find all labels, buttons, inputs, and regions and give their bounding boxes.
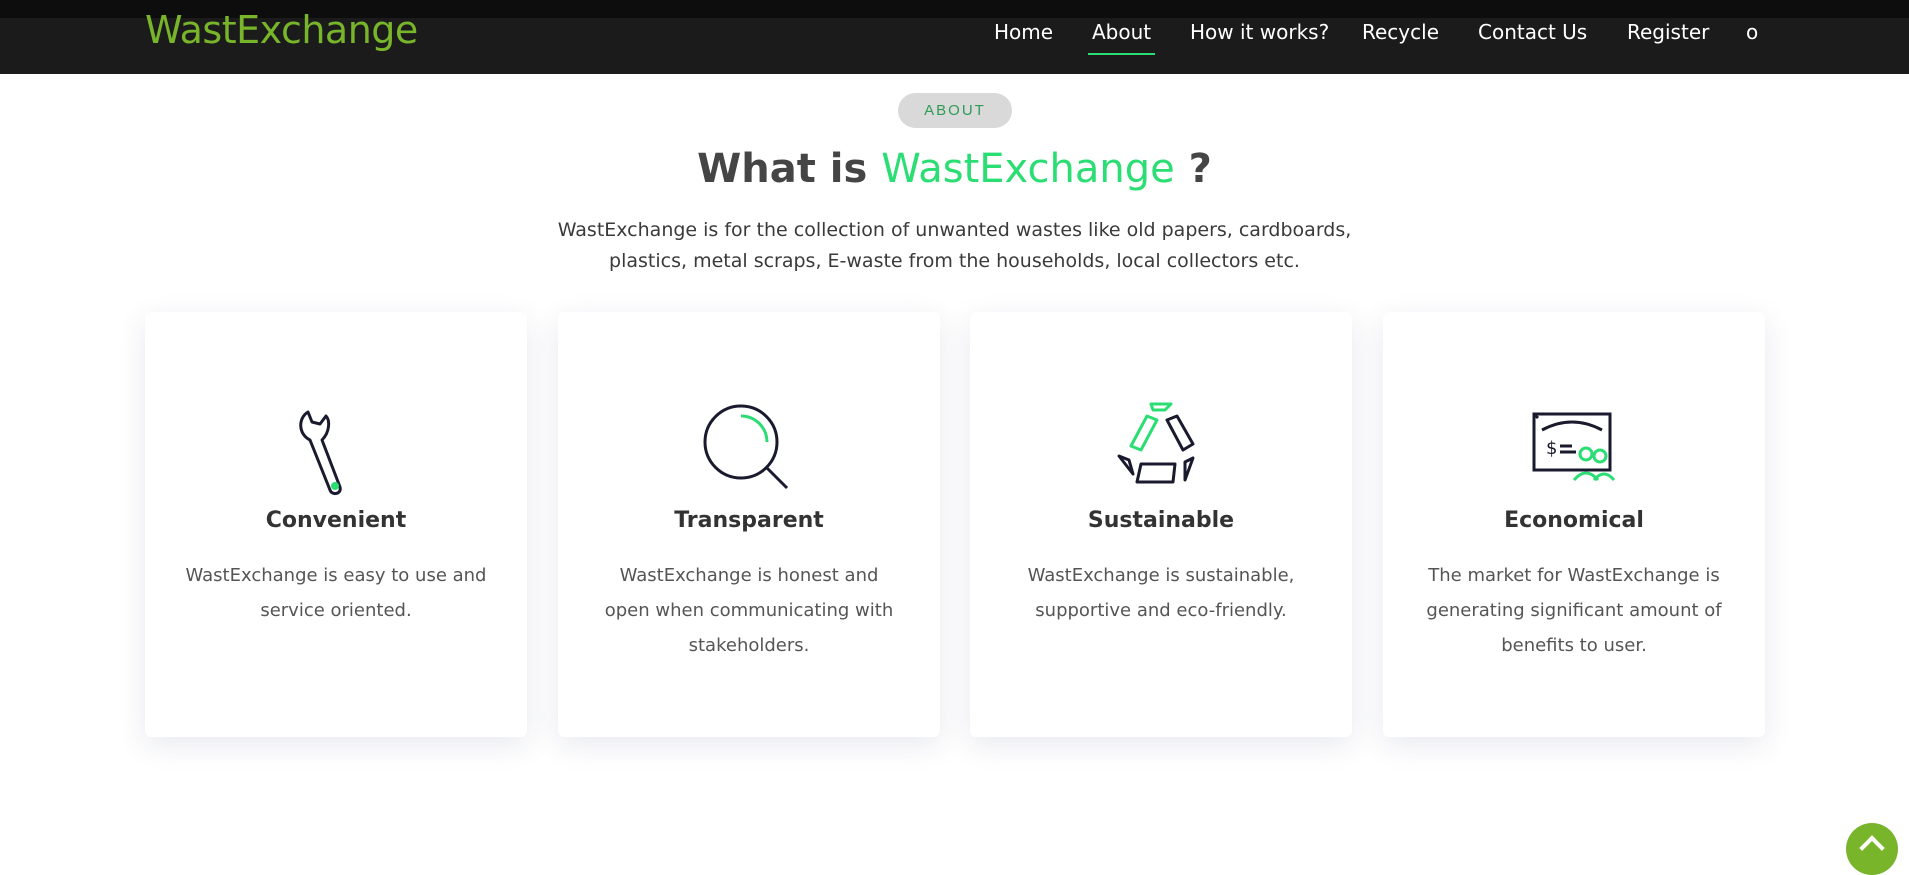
section-title: What is WastExchange ? [0, 146, 1909, 192]
nav-register[interactable]: Register [1627, 20, 1709, 44]
nav-how-it-works[interactable]: How it works? [1190, 20, 1329, 44]
title-suffix: ? [1188, 146, 1212, 192]
svg-text:$: $ [1546, 438, 1557, 459]
feature-card-transparent: Transparent WastExchange is honest and o… [558, 312, 940, 737]
feature-card-economical: $ Economical The market for WastExchange… [1383, 312, 1765, 737]
nav-recycle[interactable]: Recycle [1362, 20, 1439, 44]
feature-text: WastExchange is honest and open when com… [604, 565, 894, 656]
feature-title: Economical [1504, 508, 1644, 533]
wrench-icon [299, 410, 342, 496]
feature-text: WastExchange is sustainable, supportive … [1027, 565, 1295, 621]
nav-home[interactable]: Home [994, 20, 1053, 44]
feature-title: Sustainable [1087, 508, 1235, 533]
feature-text: WastExchange is easy to use and service … [185, 565, 487, 621]
magnifier-icon [703, 404, 789, 490]
feature-card-sustainable: Sustainable WastExchange is sustainable,… [970, 312, 1352, 737]
feature-title: Convenient [265, 508, 407, 533]
scroll-to-top-button[interactable] [1846, 823, 1898, 875]
section-description: WastExchange is for the collection of un… [557, 219, 1352, 272]
top-navbar: WastExchange Home About How it works? Re… [0, 0, 1909, 74]
feature-title: Transparent [674, 508, 824, 533]
title-prefix: What is [697, 146, 868, 192]
nav-about[interactable]: About [1087, 20, 1156, 55]
recycle-icon [1117, 402, 1195, 484]
nav-extra-item[interactable]: o [1746, 20, 1758, 44]
nav-contact-us[interactable]: Contact Us [1478, 20, 1587, 44]
feature-text: The market for WastExchange is generatin… [1426, 565, 1722, 656]
feature-card-convenient: Convenient WastExchange is easy to use a… [145, 312, 527, 737]
cheque-icon: $ [1532, 412, 1616, 482]
main-nav: Home About How it works? Recycle Contact… [0, 18, 1909, 55]
section-badge: ABOUT [898, 93, 1012, 128]
title-accent: WastExchange [881, 146, 1175, 192]
chevron-up-icon [1859, 835, 1885, 861]
